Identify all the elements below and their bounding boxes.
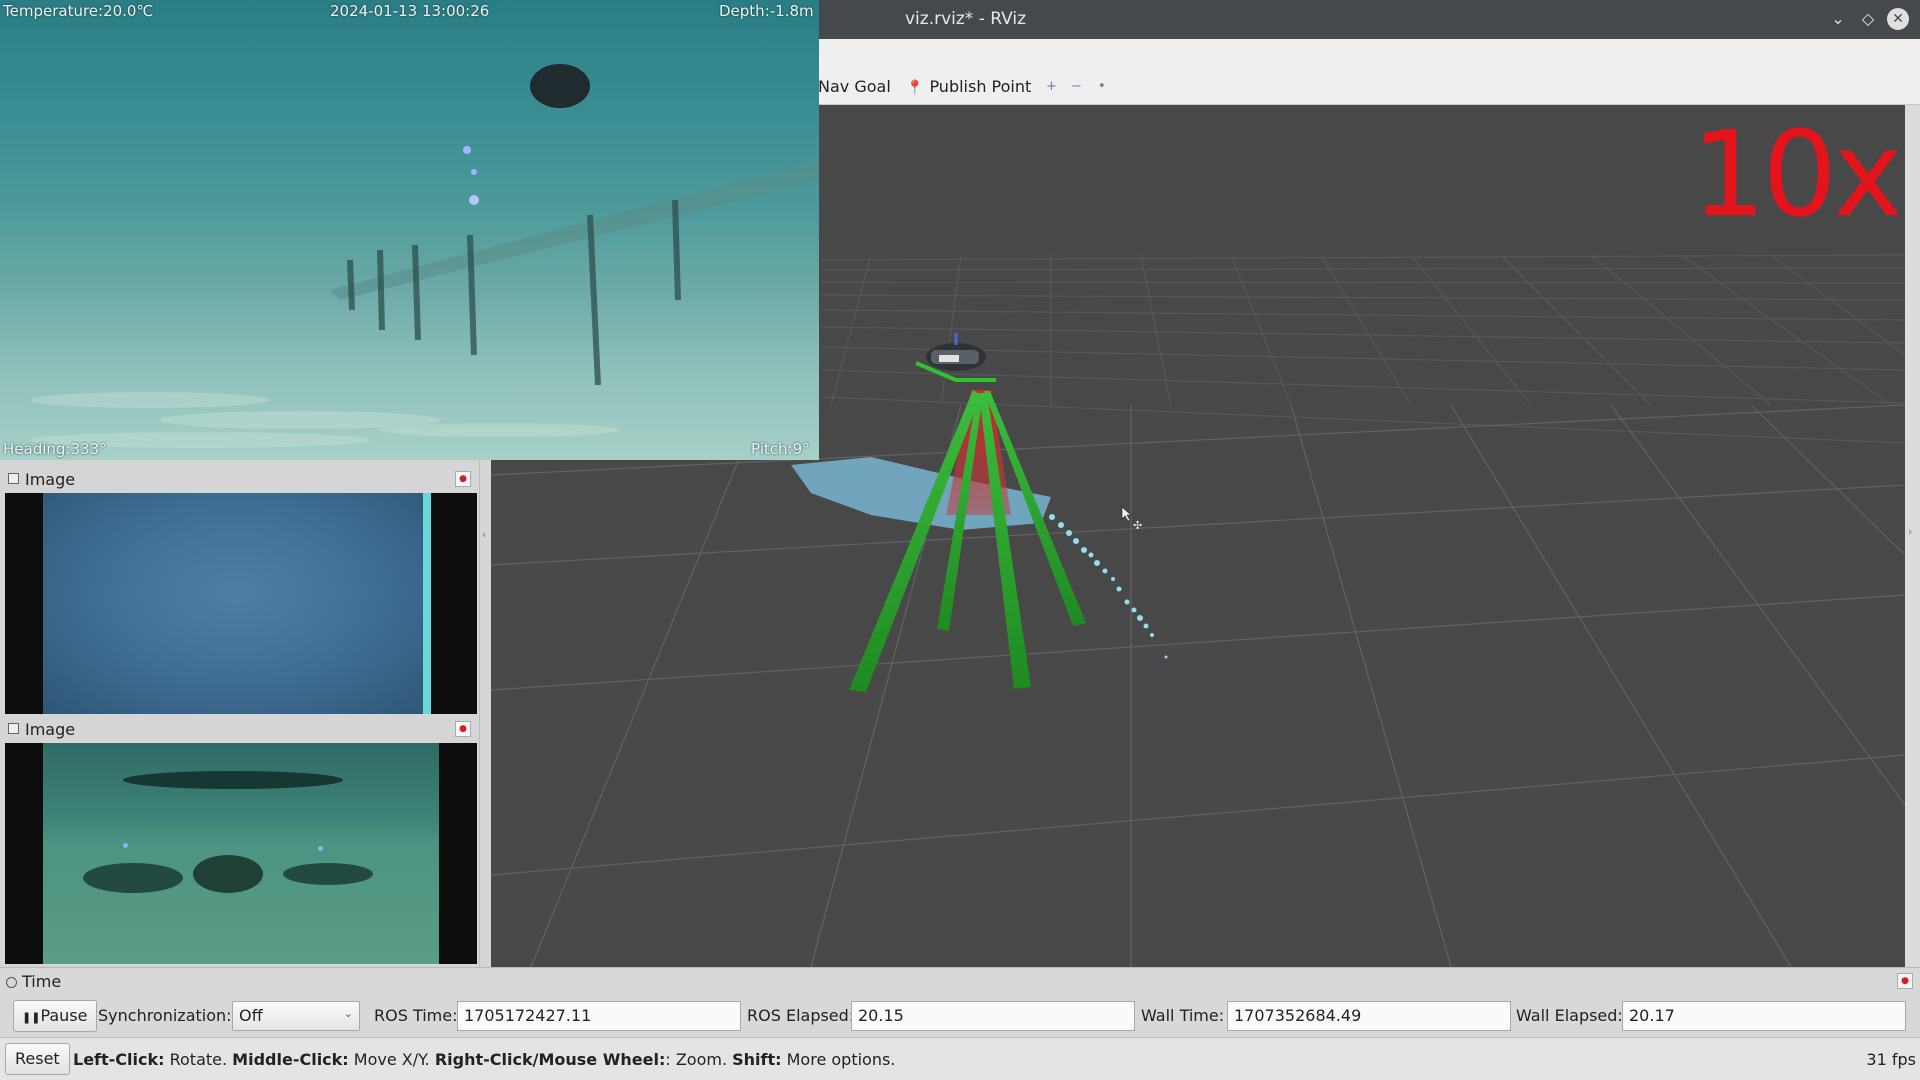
tool-nav-goal[interactable]: Nav Goal xyxy=(818,77,891,96)
publish-point-label: Publish Point xyxy=(929,77,1032,96)
image-panel-1-header[interactable]: Image ● xyxy=(3,465,477,493)
wall-time-field[interactable]: 1707352684.49 xyxy=(1227,1001,1511,1031)
ros-elapsed-label: ROS Elapsed: xyxy=(747,1006,855,1025)
chevron-right-icon[interactable]: › xyxy=(1908,525,1912,538)
maximize-icon[interactable]: ◇ xyxy=(1857,8,1879,30)
pin-icon: 📍 xyxy=(906,80,924,96)
right-dock-collapsed[interactable]: › xyxy=(1905,105,1920,967)
image-panel-1-view xyxy=(5,493,477,714)
help-zoom: : Zoom. xyxy=(665,1050,733,1069)
robot-model xyxy=(926,333,986,371)
grid-near xyxy=(491,404,1905,967)
image-panel-2-view xyxy=(5,743,477,964)
wall-elapsed-field[interactable]: 20.17 xyxy=(1622,1001,1906,1031)
panel-float-icon[interactable] xyxy=(8,473,19,484)
time-panel-header: Time xyxy=(6,972,61,991)
move-cursor-glyph: ✣ xyxy=(1133,519,1142,532)
tool-publish-point[interactable]: 📍 Publish Point xyxy=(906,77,1031,96)
camera-scene xyxy=(30,64,819,448)
clock-icon xyxy=(6,977,17,988)
camera-image-1 xyxy=(43,493,429,714)
mouse-cursor xyxy=(1121,506,1132,522)
osd-heading: Heading:333° xyxy=(3,440,107,458)
help-right-click: Right-Click/Mouse Wheel: xyxy=(434,1050,666,1069)
sync-value: Off xyxy=(239,1006,263,1025)
wall-elapsed-label: Wall Elapsed: xyxy=(1516,1006,1623,1025)
help-shift: Shift: xyxy=(732,1050,782,1069)
pause-button[interactable]: ❚❚Pause xyxy=(13,1000,97,1032)
chevron-down-icon: ⌄ xyxy=(343,1007,353,1020)
remove-tool-icon[interactable]: − xyxy=(1071,79,1082,94)
image-panel-1-title: Image xyxy=(25,470,76,489)
playback-speed-label: 10x xyxy=(1691,105,1903,243)
ros-elapsed-field[interactable]: 20.15 xyxy=(851,1001,1135,1031)
pause-label: Pause xyxy=(40,1006,88,1025)
sync-label: Synchronization: xyxy=(98,1006,232,1025)
help-rotate: Rotate. xyxy=(164,1050,233,1069)
status-bar: Reset Left-Click: Rotate. Middle-Click: … xyxy=(0,1037,1920,1080)
help-move: Move X/Y. xyxy=(348,1050,435,1069)
pause-icon: ❚❚ xyxy=(22,1011,41,1024)
help-middle-click: Middle-Click: xyxy=(232,1050,349,1069)
chevron-left-icon[interactable]: ‹ xyxy=(482,528,486,541)
osd-depth: Depth:-1.8m xyxy=(719,2,814,20)
image-panel-2-title: Image xyxy=(25,720,76,739)
fps-readout: 31 fps xyxy=(1866,1050,1916,1069)
close-icon[interactable]: ✕ xyxy=(1887,8,1909,30)
osd-pitch: Pitch:9° xyxy=(751,440,810,458)
time-panel-title: Time xyxy=(22,972,62,991)
left-dock-splitter[interactable]: ‹ xyxy=(479,460,491,967)
desktop: viz.rviz* - RViz ⌄ ◇ ✕ Nav Goal 📍 Publish… xyxy=(0,0,1920,1080)
camera-overlay: Temperature:20.0℃ 2024-01-13 13:00:26 De… xyxy=(0,0,819,460)
osd-temperature: Temperature:20.0℃ xyxy=(3,2,154,20)
help-more: More options. xyxy=(781,1050,896,1069)
panel-close-icon[interactable]: ● xyxy=(455,471,471,487)
osd-datetime: 2024-01-13 13:00:26 xyxy=(330,2,490,20)
wall-time-label: Wall Time: xyxy=(1141,1006,1225,1025)
window-title: viz.rviz* - RViz xyxy=(905,9,1027,29)
panel-close-icon[interactable]: ● xyxy=(455,721,471,737)
ros-time-field[interactable]: 1705172427.11 xyxy=(457,1001,741,1031)
image-panel-2-header[interactable]: Image ● xyxy=(3,715,477,743)
help-text: Left-Click: Rotate. Middle-Click: Move X… xyxy=(73,1050,895,1069)
time-panel: Time ● ❚❚Pause Synchronization: Off ⌄ ROS… xyxy=(0,967,1920,1037)
help-left-click: Left-Click: xyxy=(73,1050,165,1069)
left-dock: Image ● Image ● ‹ xyxy=(0,460,491,967)
minimize-icon[interactable]: ⌄ xyxy=(1827,8,1849,30)
sync-select[interactable]: Off ⌄ xyxy=(232,1001,360,1031)
camera-image-2 xyxy=(43,743,439,964)
reset-button[interactable]: Reset xyxy=(5,1043,70,1075)
panel-close-icon[interactable]: ● xyxy=(1897,973,1913,989)
tool-properties-icon[interactable]: • xyxy=(1098,79,1106,94)
add-tool-icon[interactable]: + xyxy=(1046,79,1057,94)
panel-float-icon[interactable] xyxy=(8,723,19,734)
ros-time-label: ROS Time: xyxy=(374,1006,458,1025)
